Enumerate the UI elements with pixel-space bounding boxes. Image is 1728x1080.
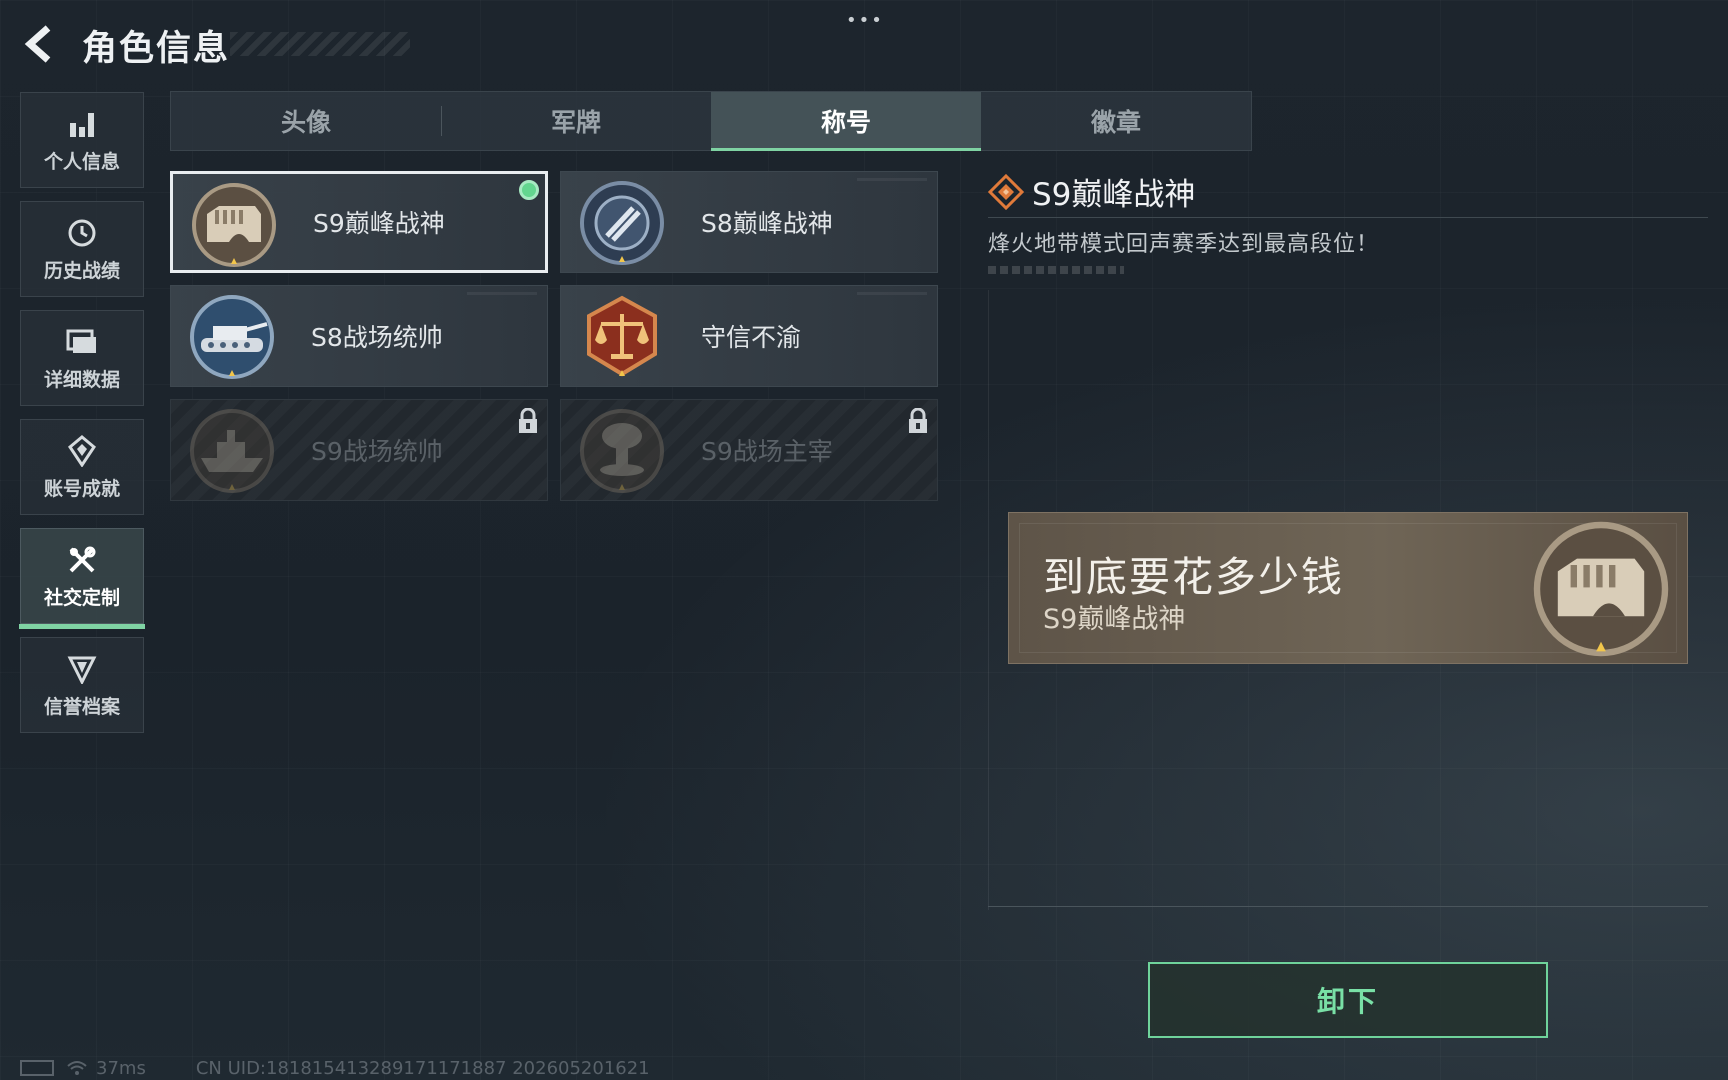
back-arrow-icon (24, 25, 51, 63)
nameplate-title: S9巅峰战神 (1043, 604, 1186, 635)
title-decoration (230, 32, 410, 56)
fortress-medal-icon (192, 183, 276, 267)
title-label: S8战场统帅 (311, 323, 443, 352)
credit-shield-icon (65, 652, 99, 686)
tab-badge[interactable]: 徽章 (981, 92, 1251, 150)
title-card[interactable]: S8巅峰战神 (560, 171, 938, 273)
battery-icon (20, 1060, 54, 1076)
mushroom-cloud-medal-icon (580, 409, 664, 493)
title-card[interactable]: S8战场统帅 (170, 285, 548, 387)
sidebar-item-label: 详细数据 (43, 368, 120, 391)
wifi-icon (67, 1061, 87, 1075)
blue-emblem-medal-icon (580, 181, 664, 265)
top-bar: 角色信息 ••• (0, 0, 1728, 88)
sidebar-item-label: 账号成就 (43, 477, 120, 500)
folder-icon (65, 325, 99, 359)
back-button[interactable] (18, 22, 62, 66)
detail-decoration (988, 266, 1124, 274)
sidebar-item-achievements[interactable]: 账号成就 (20, 419, 144, 515)
title-card[interactable]: 守信不渝 (560, 285, 938, 387)
lock-icon (519, 408, 537, 433)
title-card-locked[interactable]: S9战场主宰 (560, 399, 938, 501)
sidebar-item-history[interactable]: 历史战绩 (20, 201, 144, 297)
diamond-icon (988, 173, 1024, 210)
detail-header: S9巅峰战神 (988, 166, 1708, 218)
title-label: S8巅峰战神 (701, 209, 833, 238)
equipped-indicator (519, 180, 539, 200)
warship-medal-icon (190, 409, 274, 493)
nameplate-preview: 到底要花多少钱 S9巅峰战神 (1008, 512, 1688, 664)
detail-description: 烽火地带模式回声赛季达到最高段位！ (988, 232, 1380, 257)
scales-medal-icon (587, 295, 657, 377)
unequip-button[interactable]: 卸下 (1148, 962, 1548, 1038)
sidebar-item-social-custom[interactable]: 社交定制 (19, 528, 145, 629)
page-title: 角色信息 (82, 29, 231, 69)
more-options-button[interactable]: ••• (846, 10, 884, 31)
sidebar-item-label: 社交定制 (43, 586, 120, 609)
card-decoration (857, 178, 927, 181)
lock-icon (909, 408, 927, 433)
title-detail-panel: S9巅峰战神 烽火地带模式回声赛季达到最高段位！ (988, 166, 1708, 274)
title-label: S9战场主宰 (701, 437, 833, 466)
sidebar: 个人信息 历史战绩 详细数据 账号成就 社交定制 信誉档案 (19, 92, 145, 746)
nameplate-player-name: 到底要花多少钱 (1043, 553, 1344, 601)
sidebar-item-label: 历史战绩 (43, 259, 120, 282)
history-clock-icon (65, 216, 99, 250)
tools-icon (65, 543, 99, 577)
title-label: S9战场统帅 (311, 437, 443, 466)
status-bar: 37ms CN UID:181815413289171171887 202605… (20, 1056, 650, 1080)
uid-text: CN UID:181815413289171171887 20260520162… (195, 1057, 650, 1079)
sidebar-item-personal-info[interactable]: 个人信息 (20, 92, 144, 188)
detail-title-name: S9巅峰战神 (1032, 177, 1196, 213)
tab-avatar[interactable]: 头像 (171, 92, 441, 150)
divider (988, 906, 1708, 907)
bar-chart-icon (65, 107, 99, 141)
title-card[interactable]: S9巅峰战神 (170, 171, 548, 273)
ping-value: 37ms (96, 1057, 146, 1079)
achievement-icon (65, 434, 99, 468)
card-decoration (467, 292, 537, 295)
sidebar-item-label: 信誉档案 (43, 695, 120, 718)
title-grid: S9巅峰战神 S8巅峰战神 S8战场统帅 守信不渝 S9战场统帅 S9战场主宰 (170, 171, 938, 501)
title-card-locked[interactable]: S9战场统帅 (170, 399, 548, 501)
tank-medal-icon (190, 295, 274, 379)
sidebar-item-detailed-data[interactable]: 详细数据 (20, 310, 144, 406)
fortress-medal-icon (1533, 521, 1669, 657)
title-label: 守信不渝 (701, 323, 802, 352)
sidebar-item-label: 个人信息 (43, 150, 120, 173)
tab-dog-tag[interactable]: 军牌 (441, 92, 711, 150)
sidebar-item-credit-file[interactable]: 信誉档案 (20, 637, 144, 733)
tab-title[interactable]: 称号 (711, 92, 981, 151)
customization-tabs: 头像 军牌 称号 徽章 (170, 91, 1252, 151)
card-decoration (857, 292, 927, 295)
title-label: S9巅峰战神 (313, 209, 445, 238)
